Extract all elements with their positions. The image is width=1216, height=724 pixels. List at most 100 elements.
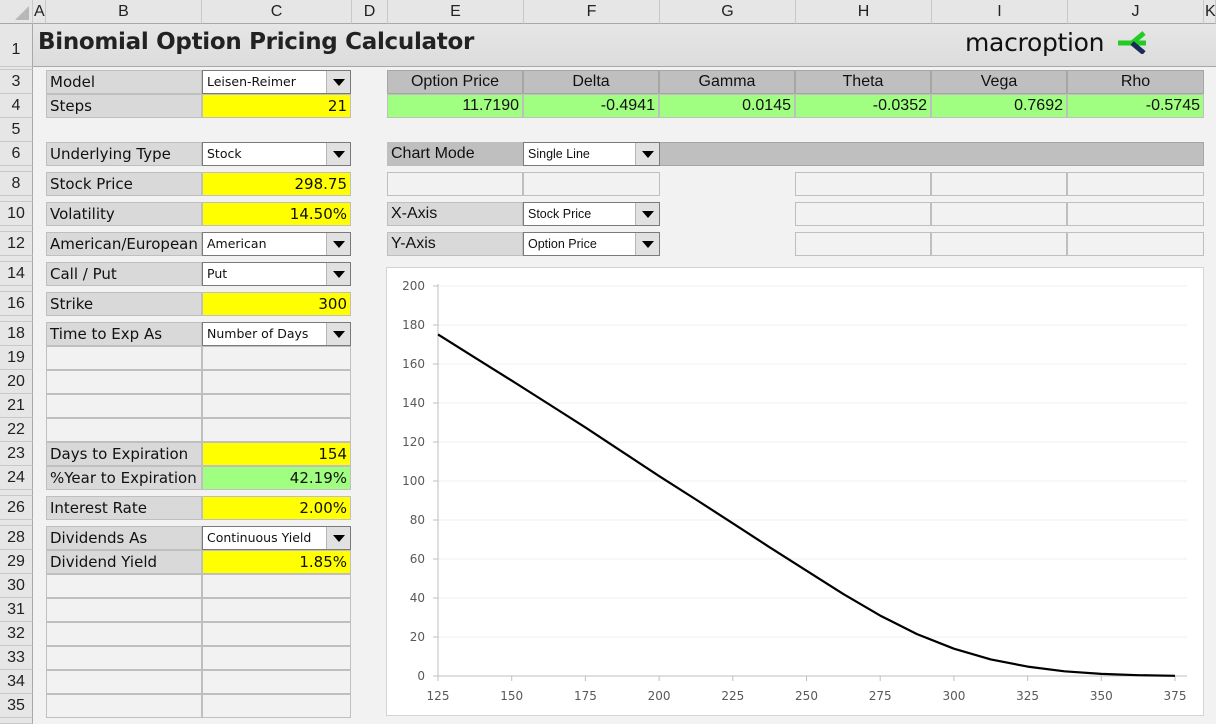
empty-cell[interactable]	[46, 418, 202, 442]
empty-cell[interactable]	[46, 622, 202, 646]
row-header[interactable]: 10	[0, 202, 33, 226]
row-header[interactable]: 33	[0, 646, 33, 670]
empty-cell[interactable]	[795, 172, 931, 196]
exercise-style-label: American/European	[46, 232, 202, 256]
row-header[interactable]: 3	[0, 70, 33, 94]
empty-cell[interactable]	[46, 598, 202, 622]
empty-cell[interactable]	[931, 202, 1067, 226]
call-put-label: Call / Put	[46, 262, 202, 286]
hidden-row-separator	[0, 256, 33, 262]
row-header[interactable]: 30	[0, 574, 33, 598]
interest-rate-input[interactable]: 2.00%	[202, 496, 351, 520]
row-header[interactable]: 16	[0, 292, 33, 316]
chevron-down-icon[interactable]	[326, 527, 350, 549]
exercise-style-dropdown[interactable]: American	[202, 232, 351, 256]
row-header[interactable]: 22	[0, 418, 33, 442]
dividends-as-dropdown[interactable]: Continuous Yield	[202, 526, 351, 550]
chevron-down-icon[interactable]	[326, 143, 350, 165]
y-axis-dropdown[interactable]: Option Price	[523, 232, 660, 256]
chevron-down-icon[interactable]	[326, 71, 350, 93]
empty-cell[interactable]	[931, 172, 1067, 196]
empty-cell[interactable]	[202, 622, 351, 646]
empty-cell[interactable]	[46, 370, 202, 394]
column-header[interactable]: F	[524, 0, 660, 24]
chevron-down-icon[interactable]	[326, 233, 350, 255]
row-header[interactable]: 5	[0, 118, 33, 142]
row-header[interactable]: 28	[0, 526, 33, 550]
select-all-corner[interactable]	[0, 0, 33, 24]
chevron-down-icon[interactable]	[635, 143, 659, 165]
steps-input[interactable]: 21	[202, 94, 351, 118]
column-header[interactable]: B	[46, 0, 202, 24]
empty-cell[interactable]	[387, 172, 523, 196]
row-header[interactable]: 21	[0, 394, 33, 418]
column-header[interactable]: D	[352, 0, 388, 24]
row-header[interactable]: 14	[0, 262, 33, 286]
chevron-down-icon[interactable]	[635, 233, 659, 255]
row-header[interactable]: 31	[0, 598, 33, 622]
row-header[interactable]: 35	[0, 694, 33, 718]
model-dropdown[interactable]: Leisen-Reimer	[202, 70, 351, 94]
empty-cell[interactable]	[202, 394, 351, 418]
x-axis-dropdown[interactable]: Stock Price	[523, 202, 660, 226]
row-header[interactable]: 29	[0, 550, 33, 574]
row-header[interactable]: 34	[0, 670, 33, 694]
row-header[interactable]: 20	[0, 370, 33, 394]
y-tick-label: 20	[410, 630, 425, 644]
chevron-down-icon[interactable]	[326, 323, 350, 345]
empty-cell[interactable]	[202, 418, 351, 442]
row-header[interactable]: 6	[0, 142, 33, 166]
empty-cell[interactable]	[46, 646, 202, 670]
empty-cell[interactable]	[202, 346, 351, 370]
empty-cell[interactable]	[931, 232, 1067, 256]
chart-mode-dropdown[interactable]: Single Line	[523, 142, 660, 166]
row-header[interactable]: 23	[0, 442, 33, 466]
row-header[interactable]: 8	[0, 172, 33, 196]
empty-cell[interactable]	[202, 670, 351, 694]
column-header[interactable]: A	[33, 0, 46, 24]
empty-cell[interactable]	[46, 574, 202, 598]
column-header[interactable]: H	[796, 0, 932, 24]
empty-cell[interactable]	[46, 346, 202, 370]
dividend-yield-input[interactable]: 1.85%	[202, 550, 351, 574]
empty-cell[interactable]	[202, 598, 351, 622]
empty-cell[interactable]	[795, 202, 931, 226]
row-header[interactable]: 24	[0, 466, 33, 490]
column-header[interactable]: I	[932, 0, 1068, 24]
column-header[interactable]: G	[660, 0, 796, 24]
volatility-input[interactable]: 14.50%	[202, 202, 351, 226]
empty-cell[interactable]	[202, 646, 351, 670]
empty-cell[interactable]	[523, 172, 660, 196]
row-header[interactable]: 18	[0, 322, 33, 346]
column-header[interactable]: J	[1068, 0, 1204, 24]
row-header[interactable]: 4	[0, 94, 33, 118]
empty-cell[interactable]	[1067, 232, 1204, 256]
empty-cell[interactable]	[795, 232, 931, 256]
row-header[interactable]: 32	[0, 622, 33, 646]
empty-cell[interactable]	[202, 370, 351, 394]
row-header[interactable]: 26	[0, 496, 33, 520]
chevron-down-icon[interactable]	[326, 263, 350, 285]
empty-cell[interactable]	[46, 670, 202, 694]
empty-cell[interactable]	[1067, 172, 1204, 196]
stock-price-input[interactable]: 298.75	[202, 172, 351, 196]
row-header[interactable]: 12	[0, 232, 33, 256]
row-header[interactable]: 19	[0, 346, 33, 370]
call-put-dropdown[interactable]: Put	[202, 262, 351, 286]
empty-cell[interactable]	[46, 394, 202, 418]
chart-area[interactable]: 0 20 40 60 80 100 120 140 160 180 200 125 150 175 200 2…	[386, 267, 1204, 716]
time-to-exp-as-dropdown[interactable]: Number of Days	[202, 322, 351, 346]
days-to-expiration-input[interactable]: 154	[202, 442, 351, 466]
column-header[interactable]: C	[202, 0, 352, 24]
column-header[interactable]: E	[388, 0, 524, 24]
empty-cell[interactable]	[202, 574, 351, 598]
row-header[interactable]: 1	[0, 24, 33, 67]
underlying-type-dropdown[interactable]: Stock	[202, 142, 351, 166]
strike-input[interactable]: 300	[202, 292, 351, 316]
chevron-down-icon[interactable]	[635, 203, 659, 225]
column-header[interactable]: K	[1204, 0, 1216, 24]
empty-cell[interactable]	[46, 694, 202, 718]
hidden-row-separator	[0, 520, 33, 526]
empty-cell[interactable]	[202, 694, 351, 718]
empty-cell[interactable]	[1067, 202, 1204, 226]
